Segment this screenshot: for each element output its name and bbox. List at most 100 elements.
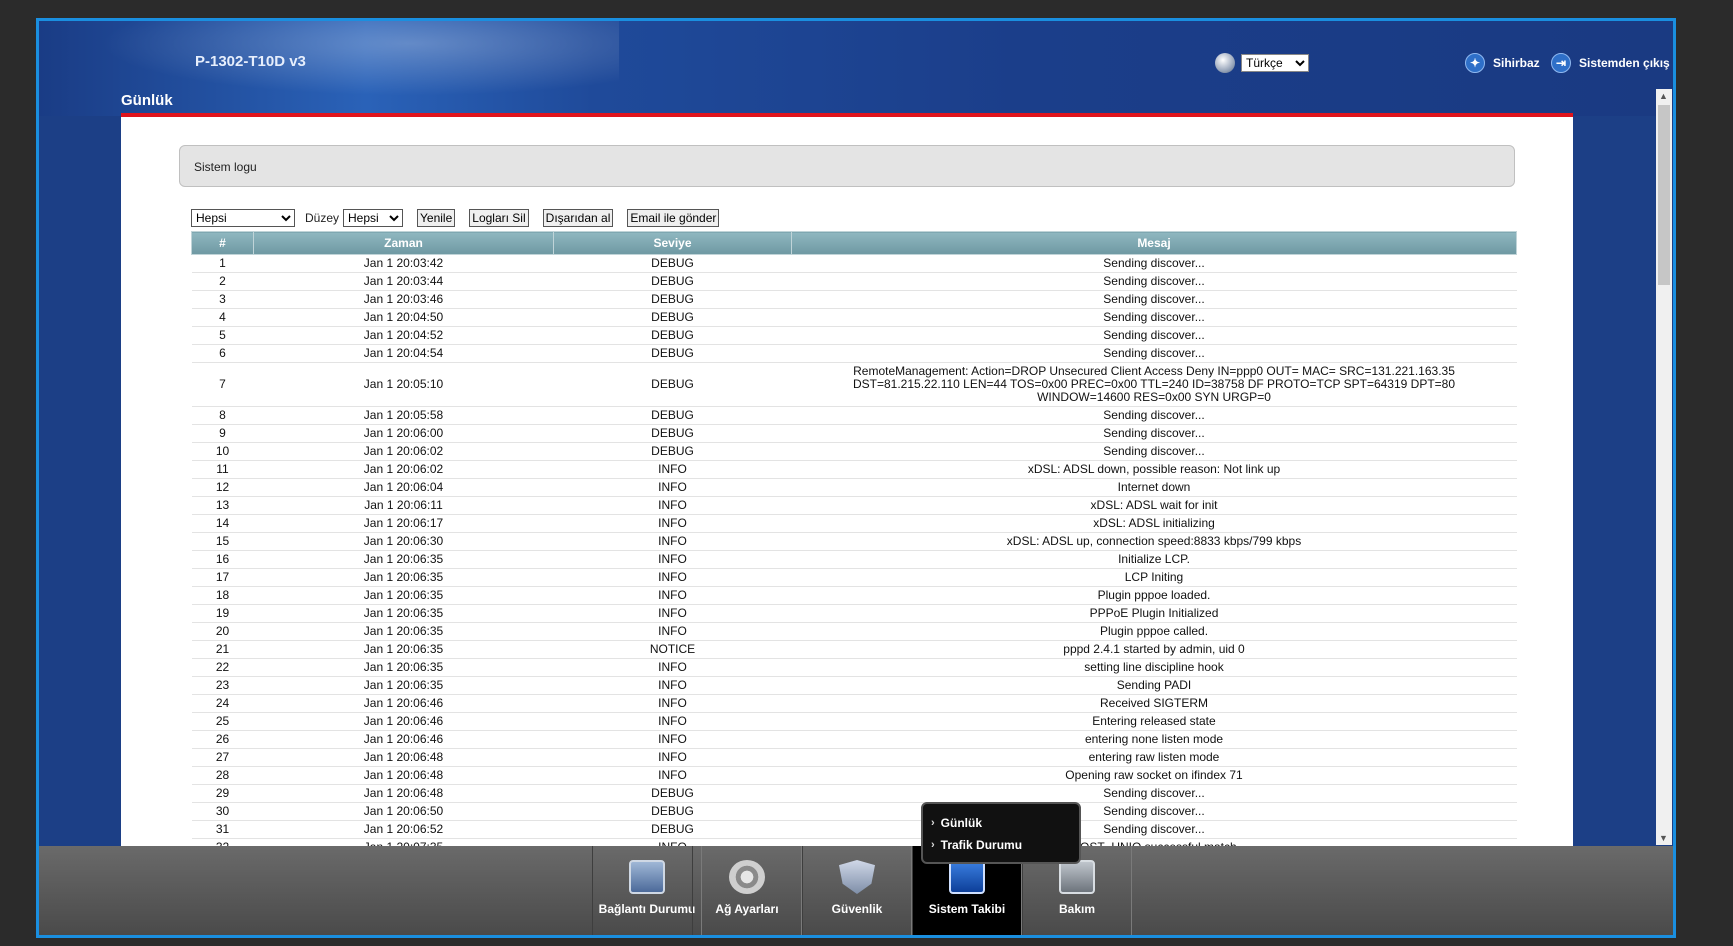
table-row: 29 Jan 1 20:06:48 DEBUG Sending discover... <box>191 784 1517 803</box>
globe-icon <box>1215 53 1235 73</box>
refresh-button[interactable]: Yenile <box>417 209 456 227</box>
cell-level: INFO <box>553 568 792 587</box>
cell-time: Jan 1 20:06:46 <box>253 730 554 749</box>
log-table: # Zaman Seviye Mesaj 1 Jan 1 20:03:42 DEBU… <box>191 231 1517 857</box>
chevron-right-icon: › <box>931 839 935 851</box>
cell-time: Jan 1 20:03:42 <box>253 254 554 273</box>
table-row: 7 Jan 1 20:05:10 DEBUG RemoteManagement: Ac… <box>191 362 1517 407</box>
nav-security[interactable]: Güvenlik <box>802 846 912 935</box>
cell-number: 11 <box>191 460 254 479</box>
language-select[interactable]: Türkçe <box>1241 54 1309 72</box>
table-row: 21 Jan 1 20:06:35 NOTICE pppd 2.4.1 started… <box>191 640 1517 659</box>
cell-level: INFO <box>553 748 792 767</box>
col-header-number: # <box>191 231 254 255</box>
cell-time: Jan 1 20:06:35 <box>253 658 554 677</box>
cell-message: xDSL: ADSL wait for init <box>791 496 1517 515</box>
cell-level: INFO <box>553 586 792 605</box>
cell-time: Jan 1 20:06:35 <box>253 640 554 659</box>
nav-label: Bakım <box>1058 902 1096 916</box>
maintenance-icon <box>1059 860 1095 894</box>
table-row: 24 Jan 1 20:06:46 INFO Received SIGTERM <box>191 694 1517 713</box>
cell-message: entering raw listen mode <box>791 748 1517 767</box>
nav-network-settings[interactable]: Ağ Ayarları <box>692 846 802 935</box>
col-header-time: Zaman <box>253 231 554 255</box>
page-scrollbar[interactable]: ▲ ▼ <box>1656 89 1672 845</box>
cell-number: 12 <box>191 478 254 497</box>
table-row: 1 Jan 1 20:03:42 DEBUG Sending discover... <box>191 254 1517 273</box>
cell-message: Sending discover... <box>791 254 1517 273</box>
cell-number: 2 <box>191 272 254 291</box>
table-row: 11 Jan 1 20:06:02 INFO xDSL: ADSL down, pos… <box>191 460 1517 479</box>
cell-level: INFO <box>553 766 792 785</box>
nav-label: Güvenlik <box>831 902 883 916</box>
log-filter-select[interactable]: Hepsi <box>191 209 295 227</box>
table-row: 16 Jan 1 20:06:35 INFO Initialize LCP. <box>191 550 1517 569</box>
cell-time: Jan 1 20:06:50 <box>253 802 554 821</box>
cell-level: INFO <box>553 694 792 713</box>
language-selector: Türkçe <box>1215 53 1309 73</box>
cell-message: Sending discover... <box>791 424 1517 443</box>
cell-level: INFO <box>553 478 792 497</box>
submenu-item-log[interactable]: › Günlük <box>931 812 1071 834</box>
wizard-link[interactable]: ✦ Sihirbaz <box>1465 53 1540 73</box>
table-row: 9 Jan 1 20:06:00 DEBUG Sending discover... <box>191 424 1517 443</box>
scroll-up-arrow-icon[interactable]: ▲ <box>1659 91 1668 101</box>
cell-number: 22 <box>191 658 254 677</box>
table-row: 18 Jan 1 20:06:35 INFO Plugin pppoe loaded. <box>191 586 1517 605</box>
cell-number: 23 <box>191 676 254 695</box>
cell-message: pppd 2.4.1 started by admin, uid 0 <box>791 640 1517 659</box>
nav-connection-status[interactable]: Bağlantı Durumu <box>592 846 702 935</box>
cell-time: Jan 1 20:04:50 <box>253 308 554 327</box>
level-select[interactable]: Hepsi <box>343 209 404 227</box>
cell-time: Jan 1 20:06:35 <box>253 622 554 641</box>
cell-message: Initialize LCP. <box>791 550 1517 569</box>
table-row: 22 Jan 1 20:06:35 INFO setting line discipl… <box>191 658 1517 677</box>
cell-time: Jan 1 20:06:46 <box>253 694 554 713</box>
level-label: Düzey <box>305 211 340 225</box>
col-header-level: Seviye <box>553 231 792 255</box>
email-button[interactable]: Email ile gönder <box>627 209 720 227</box>
cell-level: INFO <box>553 712 792 731</box>
table-row: 28 Jan 1 20:06:48 INFO Opening raw socket o… <box>191 766 1517 785</box>
cell-number: 8 <box>191 406 254 425</box>
cell-number: 15 <box>191 532 254 551</box>
cell-level: INFO <box>553 496 792 515</box>
table-row: 25 Jan 1 20:06:46 INFO Entering released st… <box>191 712 1517 731</box>
scrollbar-thumb[interactable] <box>1658 105 1670 285</box>
logout-link[interactable]: ⇥ Sistemden çıkış <box>1551 53 1670 73</box>
table-row: 15 Jan 1 20:06:30 INFO xDSL: ADSL up, conne… <box>191 532 1517 551</box>
table-row: 3 Jan 1 20:03:46 DEBUG Sending discover... <box>191 290 1517 309</box>
chevron-right-icon: › <box>931 817 935 829</box>
cell-level: DEBUG <box>553 820 792 839</box>
connection-status-icon <box>629 860 665 894</box>
cell-number: 6 <box>191 344 254 363</box>
cell-message: xDSL: ADSL up, connection speed:8833 kbp… <box>791 532 1517 551</box>
cell-message: Sending discover... <box>791 406 1517 425</box>
cell-level: DEBUG <box>553 272 792 291</box>
cell-number: 29 <box>191 784 254 803</box>
submenu-item-traffic[interactable]: › Trafik Durumu <box>931 834 1071 856</box>
monitor-chart-icon <box>949 860 985 894</box>
cell-time: Jan 1 20:06:35 <box>253 604 554 623</box>
cell-number: 19 <box>191 604 254 623</box>
cell-level: INFO <box>553 550 792 569</box>
cell-number: 16 <box>191 550 254 569</box>
col-header-message: Mesaj <box>791 231 1517 255</box>
table-row: 19 Jan 1 20:06:35 INFO PPPoE Plugin Initial… <box>191 604 1517 623</box>
cell-message: Sending discover... <box>791 290 1517 309</box>
cell-time: Jan 1 20:06:00 <box>253 424 554 443</box>
export-button[interactable]: Dışarıdan al <box>542 209 614 227</box>
cell-message: Sending discover... <box>791 308 1517 327</box>
cell-time: Jan 1 20:06:35 <box>253 568 554 587</box>
table-row: 12 Jan 1 20:06:04 INFO Internet down <box>191 478 1517 497</box>
cell-number: 27 <box>191 748 254 767</box>
page-title: Günlük <box>121 92 173 109</box>
cell-time: Jan 1 20:06:17 <box>253 514 554 533</box>
cell-message: Internet down <box>791 478 1517 497</box>
cell-time: Jan 1 20:05:10 <box>253 362 554 407</box>
cell-number: 13 <box>191 496 254 515</box>
clear-logs-button[interactable]: Logları Sil <box>469 209 529 227</box>
logout-icon: ⇥ <box>1551 53 1571 73</box>
cell-time: Jan 1 20:03:44 <box>253 272 554 291</box>
scroll-down-arrow-icon[interactable]: ▼ <box>1659 833 1668 843</box>
